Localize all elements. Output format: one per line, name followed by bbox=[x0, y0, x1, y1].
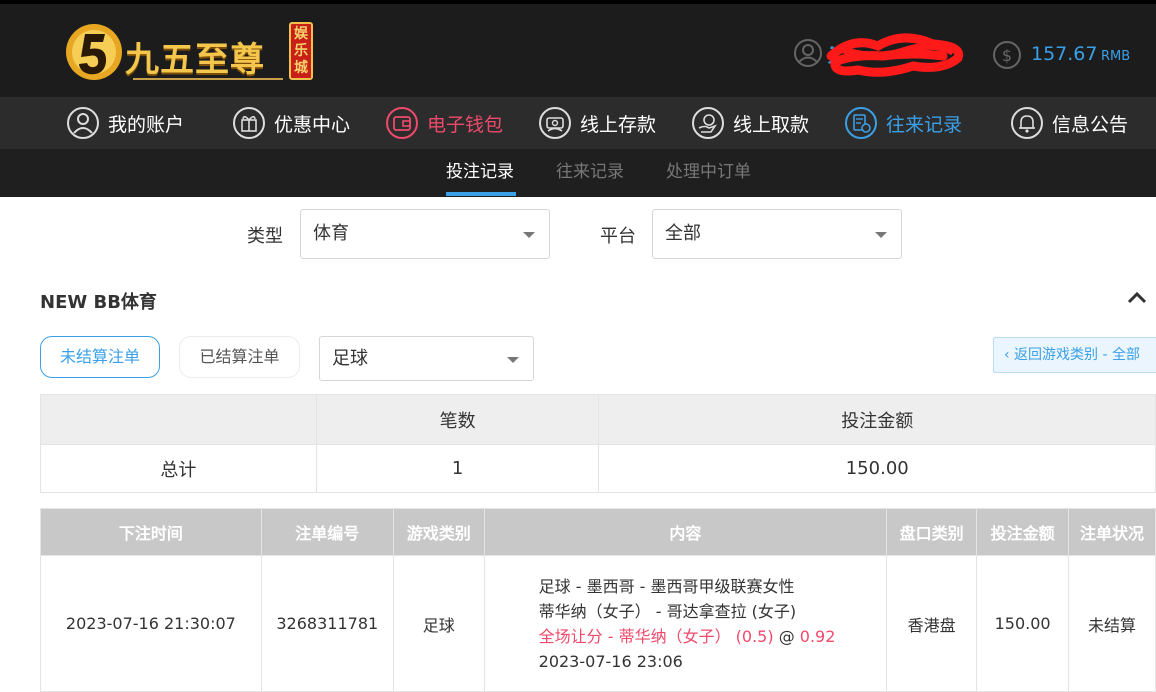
nav-promotions[interactable]: 优惠中心 bbox=[232, 97, 350, 149]
nav-e-wallet[interactable]: 电子钱包 bbox=[385, 97, 503, 149]
bell-icon bbox=[1011, 107, 1043, 139]
section-title: NEW BB体育 bbox=[40, 292, 157, 313]
game-category: 足球 bbox=[392, 555, 485, 692]
withdraw-icon bbox=[692, 107, 724, 139]
records-icon bbox=[845, 107, 877, 139]
column-header: 下注时间 bbox=[40, 508, 262, 556]
back-to-game-categories-button[interactable]: ‹ 返回游戏类别 - 全部 bbox=[993, 337, 1156, 373]
bet-content: 足球 - 墨西哥 - 墨西哥甲级联赛女性 蒂华纳（女子） - 哥达拿查拉 (女子… bbox=[483, 555, 888, 692]
platform-label: 平台 bbox=[600, 226, 636, 247]
bet-odds: 0.92 bbox=[799, 626, 836, 646]
content-line: 足球 - 墨西哥 - 墨西哥甲级联赛女性 bbox=[538, 576, 795, 596]
summary-cell: 150.00 bbox=[598, 444, 1156, 493]
logo-badge: 娱乐城 bbox=[289, 22, 313, 80]
nav-online-withdraw[interactable]: 线上取款 bbox=[691, 97, 809, 149]
column-header: 游戏类别 bbox=[392, 508, 485, 556]
column-header: 注单编号 bbox=[260, 508, 394, 556]
nav-label: 线上取款 bbox=[733, 113, 810, 136]
wallet-icon bbox=[386, 107, 418, 139]
nav-announcements[interactable]: 信息公告 bbox=[1010, 97, 1128, 149]
balance-currency: RMB bbox=[1101, 49, 1131, 64]
summary-table: 笔数 投注金额 总计 1 150.00 bbox=[40, 394, 1156, 493]
settled-bets-button[interactable]: 已结算注单 bbox=[179, 336, 300, 378]
coin-icon: $ bbox=[993, 41, 1021, 69]
chevron-down-icon bbox=[507, 357, 519, 363]
logo-text: 九五至尊 bbox=[125, 40, 265, 80]
column-header: 盘口类别 bbox=[886, 508, 978, 556]
chevron-down-icon bbox=[875, 232, 887, 238]
user-icon bbox=[67, 107, 99, 139]
bet-details-table: 下注时间 注单编号 游戏类别 内容 盘口类别 投注金额 注单状况 2023-07… bbox=[40, 508, 1156, 692]
content-line: 蒂华纳（女子） - 哥达拿查拉 (女子) bbox=[538, 601, 797, 621]
user-icon bbox=[794, 39, 822, 67]
table-header-row: 下注时间 注单编号 游戏类别 内容 盘口类别 投注金额 注单状况 bbox=[40, 508, 1156, 556]
tab-pending-orders[interactable]: 处理中订单 bbox=[666, 149, 751, 197]
platform-select-value: 全部 bbox=[665, 223, 701, 244]
nav-label: 电子钱包 bbox=[427, 113, 504, 136]
bet-amount: 150.00 bbox=[976, 555, 1070, 692]
summary-total-row: 总计 1 150.00 bbox=[40, 444, 1156, 493]
nav-label: 线上存款 bbox=[580, 113, 657, 136]
table-row: 2023-07-16 21:30:07 3268311781 足球 足球 - 墨… bbox=[40, 555, 1156, 692]
sport-select[interactable]: 足球 bbox=[319, 336, 534, 381]
svg-text:$: $ bbox=[1002, 46, 1012, 65]
unsettled-bets-button[interactable]: 未结算注单 bbox=[40, 336, 160, 378]
top-header: 九五至尊 娱乐城 j $ 157.67 RMB bbox=[0, 0, 1156, 97]
type-select[interactable]: 体育 bbox=[300, 209, 550, 259]
bet-id: 3268311781 bbox=[260, 555, 394, 692]
active-tab-indicator bbox=[446, 192, 516, 196]
summary-header-cell: 投注金额 bbox=[598, 394, 1156, 445]
chevron-down-icon bbox=[523, 232, 535, 238]
column-header: 注单状况 bbox=[1068, 508, 1156, 556]
platform-select[interactable]: 全部 bbox=[652, 209, 902, 259]
nav-label: 往来记录 bbox=[886, 113, 963, 136]
sub-nav: 投注记录 往来记录 处理中订单 bbox=[0, 149, 1156, 197]
at-symbol: @ bbox=[773, 626, 800, 646]
tab-transaction-records[interactable]: 往来记录 bbox=[556, 149, 624, 197]
summary-header-cell: 笔数 bbox=[315, 394, 600, 445]
tab-bet-records[interactable]: 投注记录 bbox=[446, 149, 514, 197]
market-type: 香港盘 bbox=[886, 555, 978, 692]
nav-label: 优惠中心 bbox=[274, 113, 351, 136]
bet-status: 未结算 bbox=[1068, 555, 1156, 692]
gift-icon bbox=[233, 107, 265, 139]
summary-cell: 总计 bbox=[40, 444, 317, 493]
redaction-scribble bbox=[826, 33, 964, 77]
nav-transaction-records[interactable]: 往来记录 bbox=[844, 97, 962, 149]
summary-cell: 1 bbox=[315, 444, 600, 493]
nav-my-account[interactable]: 我的账户 bbox=[66, 97, 184, 149]
summary-header-row: 笔数 投注金额 bbox=[40, 394, 1156, 445]
nav-online-deposit[interactable]: 线上存款 bbox=[538, 97, 656, 149]
type-select-value: 体育 bbox=[313, 223, 349, 244]
nav-label: 信息公告 bbox=[1052, 113, 1129, 136]
nav-label: 我的账户 bbox=[108, 113, 185, 136]
column-header: 内容 bbox=[483, 508, 888, 556]
bet-time: 2023-07-16 21:30:07 bbox=[40, 555, 262, 692]
logo-five-icon bbox=[66, 24, 122, 80]
sport-select-value: 足球 bbox=[332, 348, 368, 369]
collapse-chevron-up-icon[interactable] bbox=[1127, 290, 1147, 304]
type-label: 类型 bbox=[247, 226, 283, 247]
summary-header-cell bbox=[40, 394, 317, 445]
column-header: 投注金额 bbox=[976, 508, 1070, 556]
bet-selection: 全场让分 - 蒂华纳（女子） (0.5) bbox=[538, 626, 774, 646]
logo-badge-text: 娱乐城 bbox=[294, 26, 308, 76]
main-nav: 我的账户 优惠中心 电子钱包 线上存款 线上取款 往来记录 信息公告 bbox=[0, 97, 1156, 149]
deposit-icon bbox=[539, 107, 571, 139]
content-bet-line: 全场让分 - 蒂华纳（女子） (0.5) @ 0.92 bbox=[539, 624, 887, 649]
match-time: 2023-07-16 23:06 bbox=[538, 651, 683, 671]
balance-amount: 157.67 bbox=[1031, 43, 1098, 65]
logo-ornament bbox=[133, 78, 283, 80]
